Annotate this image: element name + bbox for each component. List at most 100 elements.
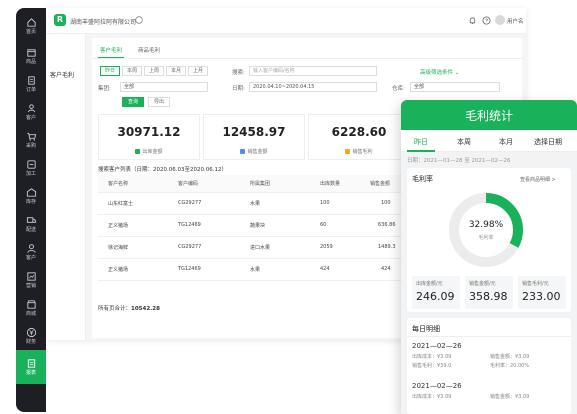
cell-customer-code: CG29277: [178, 200, 202, 206]
product-detail-link[interactable]: 查看商品明细 >: [520, 176, 556, 183]
nav-label: 商品: [25, 59, 36, 65]
nav-item-mall[interactable]: 商城: [16, 294, 46, 322]
cell-customer-name: 山东红富士: [108, 201, 134, 207]
query-button[interactable]: 查询: [122, 97, 144, 107]
cell-sales-amount: 1489.3: [378, 244, 396, 250]
nav-item-inventory[interactable]: 库存: [16, 182, 46, 210]
stat-box-sales: 销售金额/元 358.98: [465, 276, 513, 309]
info-circle-icon[interactable]: [135, 16, 143, 24]
chart-icon: [26, 272, 36, 281]
stat-card-profit: 6228.60 销售毛利: [308, 114, 410, 160]
help-icon[interactable]: [482, 16, 491, 25]
stat-label-text: 销售毛利: [352, 149, 373, 155]
cell-quantity: 100: [320, 200, 330, 206]
stat-label-text: 出库金额: [142, 149, 163, 155]
stat-box-value: 233.00: [522, 290, 561, 303]
total-label: 所有页合计：: [98, 306, 132, 312]
nav-item-reports[interactable]: 报表: [16, 350, 46, 384]
company-name: 湖南丰盛阿拉阿有限公司: [70, 19, 137, 26]
cell-customer-code: CG29277: [178, 244, 202, 250]
advanced-filter-link[interactable]: 高级筛选条件 ⌄: [420, 68, 459, 76]
nav-item-delivery[interactable]: 配送: [16, 210, 46, 238]
nav-label: 配送: [25, 227, 36, 233]
stat-label: 销售金额: [204, 148, 304, 155]
cell-customer-name: 正义猪场: [108, 267, 129, 273]
total-value: 10542.28: [131, 306, 160, 312]
nav-label: 加工: [25, 171, 36, 177]
export-button[interactable]: 导出: [148, 97, 170, 107]
margin-percent: 32.98%: [468, 220, 504, 230]
box-icon: [26, 49, 36, 57]
green-square-icon: [135, 149, 141, 154]
home-icon: [26, 18, 36, 27]
nav-item-orders[interactable]: 订单: [16, 70, 46, 98]
sub-nav: 客户毛利: [46, 34, 86, 340]
period-button-this-month[interactable]: 本月: [166, 66, 186, 76]
cell-sales-amount: 424: [381, 266, 391, 272]
stat-value: 12458.97: [222, 125, 286, 139]
cell-group: 蔬果块: [250, 223, 266, 229]
column-header: 客户名称: [108, 181, 129, 187]
nav-item-processing[interactable]: 加工: [16, 154, 46, 182]
cell-customer-code: TG12469: [178, 222, 201, 228]
date-range-input[interactable]: 2020.04.10~2020.04.15: [249, 82, 377, 92]
cell-group: 水果: [250, 201, 261, 207]
mobile-header: 毛利统计: [401, 100, 577, 130]
stat-box-label: 销售毛利/元: [522, 281, 549, 287]
users-icon: [27, 104, 35, 113]
period-button-last-month[interactable]: 上月: [188, 66, 208, 76]
truck-icon: [26, 217, 36, 223]
period-button-last-week[interactable]: 上周: [144, 66, 164, 76]
avatar[interactable]: [495, 15, 505, 25]
nav-item-home[interactable]: 首页: [16, 12, 46, 40]
column-header: 出库数量: [320, 181, 341, 187]
mobile-date-range: 日期：2021—01—28 至 2021—02—26: [407, 158, 511, 164]
period-button-this-week[interactable]: 本周: [122, 66, 142, 76]
orange-square-icon: [345, 149, 351, 154]
group-label: 集团:: [98, 86, 111, 92]
period-button-yesterday[interactable]: 昨日: [100, 66, 120, 76]
daily-entry-sales: 销售金额：¥3.09: [490, 394, 530, 400]
mobile-tab-this-week[interactable]: 本周: [457, 137, 471, 147]
user-name[interactable]: 用户名: [507, 17, 524, 25]
table-total: 所有页合计：10542.28: [98, 304, 160, 312]
cart-icon: [26, 132, 36, 141]
nav-item-customer[interactable]: 客户: [16, 238, 46, 266]
nav-label: 库存: [25, 199, 36, 205]
blue-square-icon: [240, 149, 246, 154]
daily-entry-rate: 毛利率：20.00%: [490, 363, 530, 369]
nav-item-finance[interactable]: 财务: [16, 322, 46, 350]
nav-item-products[interactable]: 商品: [16, 42, 46, 70]
stat-box-label: 出库金额/元: [416, 281, 443, 287]
bell-icon[interactable]: [468, 16, 477, 25]
mobile-title: 毛利统计: [464, 109, 513, 123]
column-header: 销售金额: [370, 181, 391, 187]
warehouse-select[interactable]: 全部: [410, 82, 500, 92]
stat-box-label: 销售金额/元: [469, 281, 496, 287]
mobile-tab-yesterday[interactable]: 昨日: [414, 137, 428, 147]
margin-card: 毛利率 查看商品明细 > 32.98% 毛利率 出库金额/元 246.09 销售…: [407, 168, 571, 312]
yen-icon: [26, 327, 36, 338]
group-select[interactable]: 全部: [120, 82, 208, 92]
search-label: 搜索:: [232, 70, 245, 76]
document-icon: [27, 76, 35, 85]
mobile-tab-this-month[interactable]: 本月: [499, 137, 513, 147]
cell-quantity: 2059: [320, 244, 333, 250]
column-header: 客户编码: [178, 181, 199, 187]
screenshot-stage: { "nav": { "items": [ {"label": "首页", "i…: [0, 0, 577, 414]
mobile-tab-pick-date[interactable]: 选择日期: [534, 137, 562, 147]
cell-quantity: 60: [320, 222, 327, 228]
subnav-item-customer-margin[interactable]: 客户毛利: [50, 70, 74, 79]
nav-label: 客户: [25, 255, 36, 261]
nav-item-customers[interactable]: 客户: [16, 98, 46, 126]
nav-item-purchase[interactable]: 采购: [16, 126, 46, 154]
nav-item-marketing[interactable]: 营销: [16, 266, 46, 294]
stat-value: 30971.12: [117, 125, 181, 139]
tab-product-margin[interactable]: 商品毛利: [138, 46, 160, 54]
mobile-tabs: 昨日 本周 本月 选择日期: [401, 130, 577, 152]
top-bar: R 湖南丰盛阿拉阿有限公司 用户名: [46, 8, 526, 34]
section-title: 搜索客户列表（日期：2020.06.03至2020.06.12）: [98, 167, 227, 173]
tab-customer-margin[interactable]: 客户毛利: [100, 46, 122, 54]
active-tab-indicator: [407, 150, 435, 152]
search-input[interactable]: 输入客户编码/名称: [249, 66, 377, 76]
